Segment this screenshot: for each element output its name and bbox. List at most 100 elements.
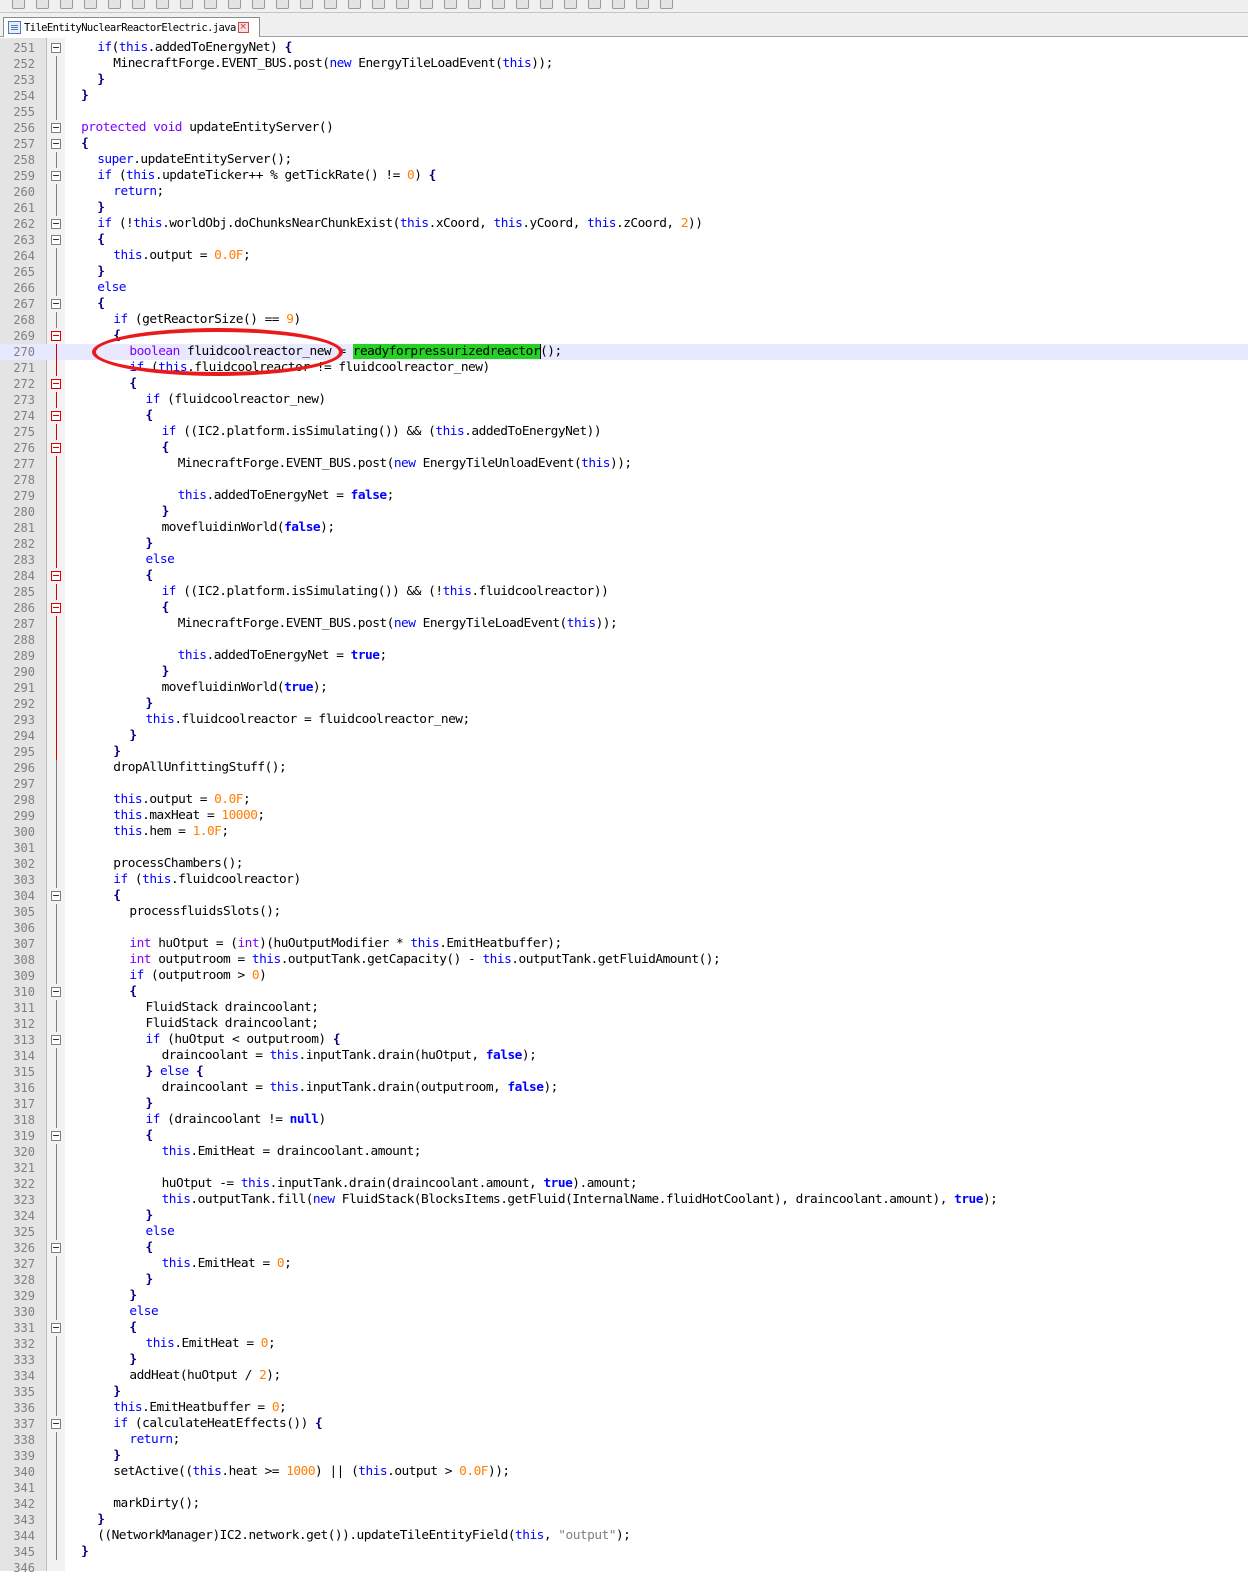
code-line[interactable]: 342 markDirty();	[0, 1496, 1248, 1512]
language-icon[interactable]	[492, 0, 505, 9]
code-line[interactable]: 277 MinecraftForge.EVENT_BUS.post(new Ene…	[0, 456, 1248, 472]
code-line[interactable]: 271 if (this.fluidcoolreactor != fluidcoo…	[0, 360, 1248, 376]
code-line[interactable]: 328}	[0, 1272, 1248, 1288]
fold-toggle-icon[interactable]	[51, 43, 61, 53]
code-line[interactable]: 334 addHeat(huOtput / 2);	[0, 1368, 1248, 1384]
fold-toggle-icon[interactable]	[51, 171, 61, 181]
code-line[interactable]: 322 huOtput -= this.inputTank.drain(drain…	[0, 1176, 1248, 1192]
code-line[interactable]: 315} else {	[0, 1064, 1248, 1080]
code-line[interactable]: 311 FluidStack draincoolant;	[0, 1000, 1248, 1016]
fold-toggle-icon[interactable]	[51, 331, 61, 341]
code-line[interactable]: 343}	[0, 1512, 1248, 1528]
code-line[interactable]: 295}	[0, 744, 1248, 760]
code-line[interactable]: 284 {	[0, 568, 1248, 584]
replace-icon[interactable]	[324, 0, 337, 9]
code-line[interactable]: 279 this.addedToEnergyNet = false;	[0, 488, 1248, 504]
play-macro-icon[interactable]	[612, 0, 625, 9]
fold-toggle-icon[interactable]	[51, 235, 61, 245]
zoom-in-icon[interactable]	[348, 0, 361, 9]
code-line[interactable]: 253}	[0, 72, 1248, 88]
code-line[interactable]: 313 if (huOtput < outputroom) {	[0, 1032, 1248, 1048]
new-file-icon[interactable]	[12, 0, 25, 9]
code-line[interactable]: 325 else	[0, 1224, 1248, 1240]
code-line[interactable]: 266 else	[0, 280, 1248, 296]
code-line[interactable]: 256 protected void updateEntityServer()	[0, 120, 1248, 136]
code-line[interactable]: 265}	[0, 264, 1248, 280]
code-line[interactable]: 323 this.outputTank.fill(new FluidStack(B…	[0, 1192, 1248, 1208]
close-icon[interactable]	[108, 0, 121, 9]
fold-toggle-icon[interactable]	[51, 219, 61, 229]
code-line[interactable]: 276 {	[0, 440, 1248, 456]
find-icon[interactable]	[300, 0, 313, 9]
code-line[interactable]: 280}	[0, 504, 1248, 520]
sync-v-icon[interactable]	[396, 0, 409, 9]
code-line[interactable]: 282}	[0, 536, 1248, 552]
code-line[interactable]: 318 if (draincoolant != null)	[0, 1112, 1248, 1128]
close-tab-icon[interactable]: ×	[237, 22, 249, 33]
code-line[interactable]: 270 boolean fluidcoolreactor_new = readyf…	[0, 344, 1248, 360]
fold-toggle-icon[interactable]	[51, 139, 61, 149]
code-line[interactable]: 291 movefluidinWorld(true);	[0, 680, 1248, 696]
code-line[interactable]: 312 FluidStack draincoolant;	[0, 1016, 1248, 1032]
save-macro-icon[interactable]	[660, 0, 673, 9]
code-line[interactable]: 257 {	[0, 136, 1248, 152]
code-line[interactable]: 255	[0, 104, 1248, 120]
code-line[interactable]: 339}	[0, 1448, 1248, 1464]
open-file-icon[interactable]	[36, 0, 49, 9]
fold-toggle-icon[interactable]	[51, 603, 61, 613]
code-line[interactable]: 298 this.output = 0.0F;	[0, 792, 1248, 808]
fold-toggle-icon[interactable]	[51, 411, 61, 421]
code-line[interactable]: 261}	[0, 200, 1248, 216]
code-line[interactable]: 294}	[0, 728, 1248, 744]
code-line[interactable]: 316 draincoolant = this.inputTank.drain(o…	[0, 1080, 1248, 1096]
code-line[interactable]: 345}	[0, 1544, 1248, 1560]
code-line[interactable]: 336 this.EmitHeatbuffer = 0;	[0, 1400, 1248, 1416]
code-line[interactable]: 269 {	[0, 328, 1248, 344]
zoom-out-icon[interactable]	[372, 0, 385, 9]
code-line[interactable]: 309 if (outputroom > 0)	[0, 968, 1248, 984]
code-line[interactable]: 287 MinecraftForge.EVENT_BUS.post(new Ene…	[0, 616, 1248, 632]
code-line[interactable]: 341	[0, 1480, 1248, 1496]
code-line[interactable]: 304 {	[0, 888, 1248, 904]
run-macro-icon[interactable]	[636, 0, 649, 9]
code-line[interactable]: 321	[0, 1160, 1248, 1176]
print-icon[interactable]	[156, 0, 169, 9]
code-line[interactable]: 303 if (this.fluidcoolreactor)	[0, 872, 1248, 888]
code-line[interactable]: 332 this.EmitHeat = 0;	[0, 1336, 1248, 1352]
code-line[interactable]: 317}	[0, 1096, 1248, 1112]
fold-toggle-icon[interactable]	[51, 987, 61, 997]
code-line[interactable]: 305 processfluidsSlots();	[0, 904, 1248, 920]
code-line[interactable]: 344 ((NetworkManager)IC2.network.get()).u…	[0, 1528, 1248, 1544]
code-line[interactable]: 337 if (calculateHeatEffects()) {	[0, 1416, 1248, 1432]
code-line[interactable]: 274 {	[0, 408, 1248, 424]
code-line[interactable]: 281 movefluidinWorld(false);	[0, 520, 1248, 536]
code-line[interactable]: 262 if (!this.worldObj.doChunksNearChunkE…	[0, 216, 1248, 232]
code-line[interactable]: 324}	[0, 1208, 1248, 1224]
code-line[interactable]: 263 {	[0, 232, 1248, 248]
code-line[interactable]: 267 {	[0, 296, 1248, 312]
code-line[interactable]: 327 this.EmitHeat = 0;	[0, 1256, 1248, 1272]
code-line[interactable]: 335}	[0, 1384, 1248, 1400]
code-line[interactable]: 272 {	[0, 376, 1248, 392]
code-line[interactable]: 320 this.EmitHeat = draincoolant.amount;	[0, 1144, 1248, 1160]
code-line[interactable]: 314 draincoolant = this.inputTank.drain(h…	[0, 1048, 1248, 1064]
code-line[interactable]: 329}	[0, 1288, 1248, 1304]
code-line[interactable]: 340 setActive((this.heat >= 1000) || (thi…	[0, 1464, 1248, 1480]
fold-toggle-icon[interactable]	[51, 571, 61, 581]
code-line[interactable]: 331 {	[0, 1320, 1248, 1336]
save-all-icon[interactable]	[84, 0, 97, 9]
fold-toggle-icon[interactable]	[51, 891, 61, 901]
code-line[interactable]: 289 this.addedToEnergyNet = true;	[0, 648, 1248, 664]
fold-toggle-icon[interactable]	[51, 1035, 61, 1045]
code-line[interactable]: 288	[0, 632, 1248, 648]
code-line[interactable]: 296 dropAllUnfittingStuff();	[0, 760, 1248, 776]
code-line[interactable]: 273 if (fluidcoolreactor_new)	[0, 392, 1248, 408]
code-line[interactable]: 275 if ((IC2.platform.isSimulating()) && …	[0, 424, 1248, 440]
code-line[interactable]: 285 if ((IC2.platform.isSimulating()) && …	[0, 584, 1248, 600]
wrap-icon[interactable]	[444, 0, 457, 9]
code-line[interactable]: 259 if (this.updateTicker++ % getTickRate…	[0, 168, 1248, 184]
fold-toggle-icon[interactable]	[51, 1419, 61, 1429]
code-editor[interactable]: 251 if(this.addedToEnergyNet) {252 Minecra…	[0, 38, 1248, 1575]
fold-toggle-icon[interactable]	[51, 1243, 61, 1253]
code-line[interactable]: 283 else	[0, 552, 1248, 568]
